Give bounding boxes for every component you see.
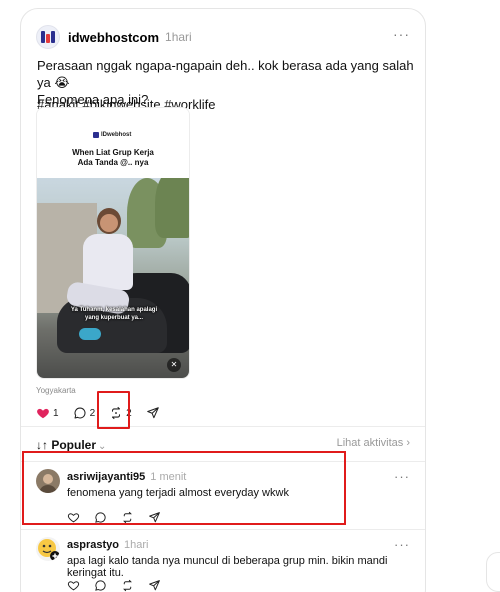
person-body-shape [83, 234, 133, 290]
sort-icon: ↓↑ [36, 438, 52, 452]
sort-label: Populer [51, 438, 97, 452]
send-icon[interactable] [148, 579, 161, 592]
divider [21, 426, 425, 427]
media-photo: Ya Tuhanm, kesalahan apalagi yang kuperb… [37, 178, 189, 378]
post-media[interactable]: IDwebhost When Liat Grup Kerja Ada Tanda… [36, 107, 190, 379]
post-time: 1hari [165, 30, 192, 44]
author-avatar[interactable] [36, 25, 60, 49]
view-activity-link[interactable]: Lihat aktivitas › [337, 437, 410, 449]
reply-button[interactable]: 2 [73, 406, 96, 420]
heart-icon[interactable] [67, 579, 80, 592]
comment-item: asprastyo 1hari ··· apa lagi kalo tanda n… [36, 537, 410, 592]
activity-label: Lihat aktivitas [336, 437, 404, 449]
brand-mark-icon [93, 132, 99, 138]
comment-text: apa lagi kalo tanda nya muncul di bebera… [67, 555, 388, 579]
comment-bubble-icon[interactable] [94, 579, 107, 592]
shoe-shape [79, 328, 101, 340]
like-count: 1 [53, 407, 59, 419]
emoji-avatar-icon [36, 537, 60, 561]
person-face-shape [100, 214, 118, 232]
media-brand-name: IDwebhost [101, 132, 132, 138]
floating-compose-button[interactable] [486, 552, 500, 592]
media-brand-logo: IDwebhost [93, 132, 131, 138]
comment-highlight-box [22, 451, 346, 525]
media-title-line2: Ada Tanda @.. nya [77, 158, 149, 167]
author-username[interactable]: idwebhostcom [68, 30, 159, 45]
commenter-username[interactable]: asprastyo 1hari [67, 539, 148, 551]
comment-bubble-icon [74, 407, 86, 419]
sort-dropdown[interactable]: ↓↑ Populer ⌄ [36, 438, 106, 452]
comment-more-button[interactable]: ··· [394, 469, 410, 484]
media-caption: Ya Tuhanm, kesalahan apalagi yang kuperb… [45, 306, 183, 322]
comment-author: asprastyo [67, 539, 119, 551]
media-header: IDwebhost When Liat Grup Kerja Ada Tanda… [37, 108, 189, 178]
media-caption-line1: Ya Tuhanm, kesalahan apalagi [70, 307, 158, 313]
speaker-muted-icon[interactable]: ✕ [167, 358, 181, 372]
idwebhost-logo-icon [41, 30, 55, 44]
heart-filled-icon [37, 408, 49, 419]
comment-more-button[interactable]: ··· [394, 537, 410, 552]
media-title-line1: When Liat Grup Kerja [72, 148, 154, 157]
comment-time: 1hari [123, 539, 149, 551]
palm-tree-shape [155, 178, 189, 238]
post-more-button[interactable]: ··· [393, 26, 410, 42]
repost-icon[interactable] [121, 579, 134, 592]
commenter-avatar[interactable] [36, 537, 60, 561]
post-text-line1: Perasaan nggak ngapa-ngapain deh.. kok b… [37, 58, 414, 90]
media-caption-line2: yang kuperbuat ya... [84, 315, 144, 321]
send-icon [146, 407, 159, 419]
share-button[interactable] [146, 406, 163, 420]
like-button[interactable]: 1 [36, 406, 59, 420]
repost-highlight-box [97, 391, 130, 429]
media-title: When Liat Grup Kerja Ada Tanda @.. nya [37, 148, 189, 168]
post-location[interactable]: Yogyakarta [36, 386, 76, 395]
comment-actions [67, 579, 175, 592]
post-header: idwebhostcom 1hari ··· [36, 24, 410, 50]
divider [21, 529, 425, 530]
reply-count: 2 [89, 407, 96, 419]
